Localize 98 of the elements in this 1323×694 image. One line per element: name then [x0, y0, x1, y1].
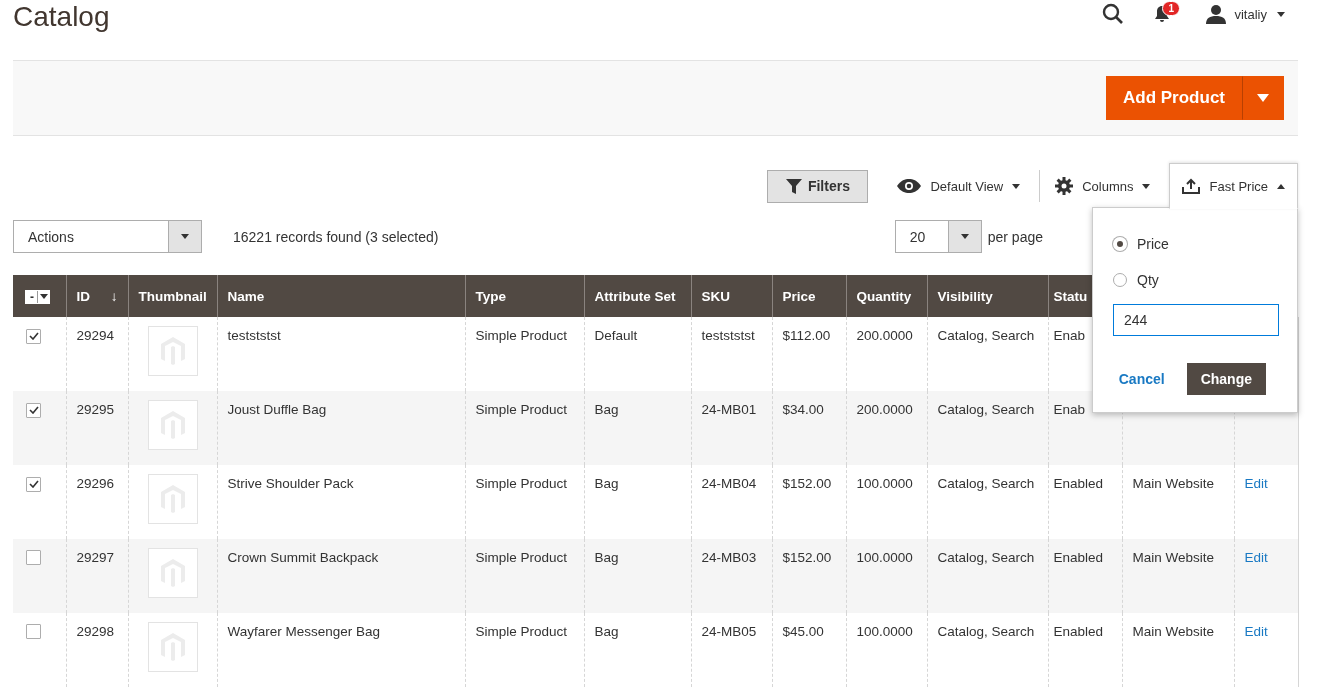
table-cell: 29296 — [76, 476, 115, 491]
table-cell: Crown Summit Backpack — [227, 550, 379, 565]
column-header[interactable]: Attribute Set — [584, 275, 691, 317]
upload-icon — [1182, 178, 1201, 194]
table-cell: Default — [594, 328, 638, 343]
filters-button[interactable]: Filters — [767, 169, 869, 203]
table-cell: 29297 — [76, 550, 115, 565]
table-cell: 200.0000 — [856, 402, 913, 417]
row-checkbox[interactable] — [26, 624, 41, 639]
table-cell: Catalog, Search — [937, 550, 1035, 565]
mass-select-control[interactable]: - — [25, 289, 50, 304]
radio-label[interactable]: Qty — [1137, 272, 1159, 288]
column-header[interactable]: ID ↓ — [66, 275, 128, 317]
caret-icon — [1142, 183, 1151, 189]
table-cell: Catalog, Search — [937, 476, 1035, 491]
table-cell: 24-MB03 — [701, 550, 757, 565]
caret-icon — [1277, 183, 1285, 189]
add-product-menu-button[interactable] — [1242, 76, 1284, 120]
change-button[interactable]: Change — [1186, 363, 1266, 395]
actions-select[interactable]: Actions — [13, 220, 202, 253]
caret-icon — [960, 234, 969, 239]
table-cell: Main Website — [1132, 476, 1215, 491]
table-cell: Bag — [594, 402, 619, 417]
column-header[interactable]: SKU — [691, 275, 772, 317]
table-cell: 24-MB01 — [701, 402, 757, 417]
table-cell: $152.00 — [782, 476, 832, 491]
notification-badge: 1 — [1162, 1, 1181, 16]
page-title: Catalog — [13, 0, 110, 34]
row-checkbox[interactable] — [26, 550, 41, 565]
view-dropdown[interactable]: Default View — [890, 163, 1028, 209]
edit-link[interactable]: Edit — [1244, 624, 1268, 639]
gear-icon — [1055, 177, 1074, 195]
row-checkbox[interactable] — [26, 328, 41, 344]
column-header[interactable]: Thumbnail — [128, 275, 217, 317]
column-header[interactable]: Price — [772, 275, 846, 317]
table-cell: 24-MB04 — [701, 476, 757, 491]
column-header[interactable]: Visibility — [927, 275, 1048, 317]
table-cell: 100.0000 — [856, 550, 913, 565]
table-cell: Wayfarer Messenger Bag — [227, 624, 381, 639]
table-cell: Enabled — [1053, 550, 1104, 565]
search-icon[interactable] — [1102, 3, 1125, 25]
eye-icon — [897, 179, 922, 193]
table-cell: $45.00 — [782, 624, 824, 639]
table-cell: Simple Product — [475, 550, 568, 565]
caret-icon — [1012, 183, 1021, 189]
column-header[interactable]: Quantity — [846, 275, 927, 317]
radio-button[interactable] — [1113, 273, 1127, 287]
caret-icon[interactable] — [1277, 11, 1285, 17]
table-cell: testststst — [227, 328, 281, 343]
table-cell: Enabled — [1053, 624, 1104, 639]
column-header[interactable]: Type — [465, 275, 584, 317]
add-product-button[interactable]: Add Product — [1106, 76, 1242, 120]
row-checkbox[interactable] — [26, 476, 41, 492]
table-cell: $112.00 — [782, 328, 831, 343]
table-cell: Enab — [1053, 328, 1086, 343]
caret-icon — [1257, 94, 1269, 102]
table-cell: Bag — [594, 624, 619, 639]
edit-link[interactable]: Edit — [1244, 550, 1268, 565]
fast-price-dropdown[interactable]: Fast Price — [1169, 163, 1298, 209]
per-page-select[interactable]: 20 — [894, 220, 982, 253]
table-cell: 100.0000 — [856, 476, 913, 491]
table-cell: Simple Product — [475, 624, 568, 639]
table-cell: $152.00 — [782, 550, 832, 565]
table-cell: Joust Duffle Bag — [227, 402, 327, 417]
table-cell: 100.0000 — [856, 624, 913, 639]
funnel-icon — [785, 178, 802, 194]
table-cell: Enabled — [1053, 476, 1104, 491]
table-cell: Catalog, Search — [937, 328, 1035, 343]
table-cell: Main Website — [1132, 550, 1215, 565]
table-cell: Bag — [594, 550, 619, 565]
table-cell: testststst — [701, 328, 755, 343]
table-cell: Simple Product — [475, 476, 568, 491]
table-cell: $34.00 — [782, 402, 824, 417]
column-header[interactable]: Name — [217, 275, 465, 317]
caret-icon — [40, 294, 48, 299]
table-cell: 29294 — [76, 328, 115, 343]
radio-label[interactable]: Price — [1137, 236, 1169, 252]
table-cell: Strive Shoulder Pack — [227, 476, 354, 491]
table-cell: 29295 — [76, 402, 115, 417]
price-input[interactable]: 244 — [1113, 304, 1279, 336]
table-cell: Main Website — [1132, 624, 1215, 639]
edit-link[interactable]: Edit — [1244, 476, 1268, 491]
cancel-link[interactable]: Cancel — [1118, 371, 1165, 387]
user-menu[interactable]: vitaliy — [1234, 6, 1267, 22]
per-page-label: per page — [987, 228, 1043, 245]
table-cell: Simple Product — [475, 402, 568, 417]
table-cell: Simple Product — [475, 328, 568, 343]
table-cell: Catalog, Search — [937, 624, 1035, 639]
table-cell: Enab — [1053, 402, 1086, 417]
caret-icon — [181, 234, 189, 239]
table-cell: 24-MB05 — [701, 624, 757, 639]
table-cell: Catalog, Search — [937, 402, 1035, 417]
table-cell: 29298 — [76, 624, 115, 639]
table-cell: 200.0000 — [856, 328, 913, 343]
row-checkbox[interactable] — [26, 402, 41, 418]
table-cell: Bag — [594, 476, 619, 491]
records-count: 16221 records found (3 selected) — [233, 228, 439, 245]
user-icon[interactable] — [1206, 4, 1227, 24]
